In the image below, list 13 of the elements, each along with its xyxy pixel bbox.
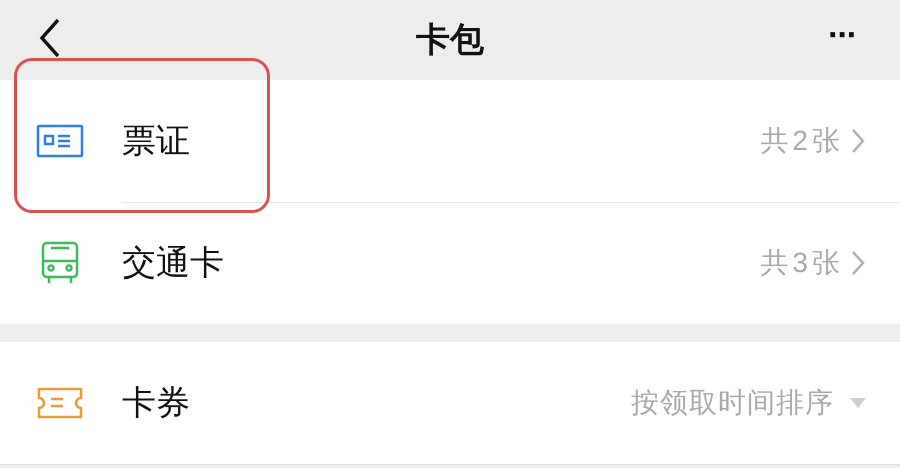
item-label: 交通卡 <box>122 242 224 284</box>
id-card-icon <box>36 124 84 158</box>
card-count: 共2张 <box>760 124 844 158</box>
bus-icon <box>40 241 80 285</box>
ticket-icon <box>36 386 84 420</box>
chevron-right-icon <box>850 249 866 277</box>
card-count: 共3张 <box>760 246 844 280</box>
chevron-right-icon <box>850 127 866 155</box>
item-label: 票证 <box>122 120 190 162</box>
item-label: 卡券 <box>122 382 190 424</box>
more-button[interactable]: ··· <box>828 18 856 52</box>
caret-down-icon <box>850 398 866 408</box>
page-title: 卡包 <box>416 23 484 57</box>
